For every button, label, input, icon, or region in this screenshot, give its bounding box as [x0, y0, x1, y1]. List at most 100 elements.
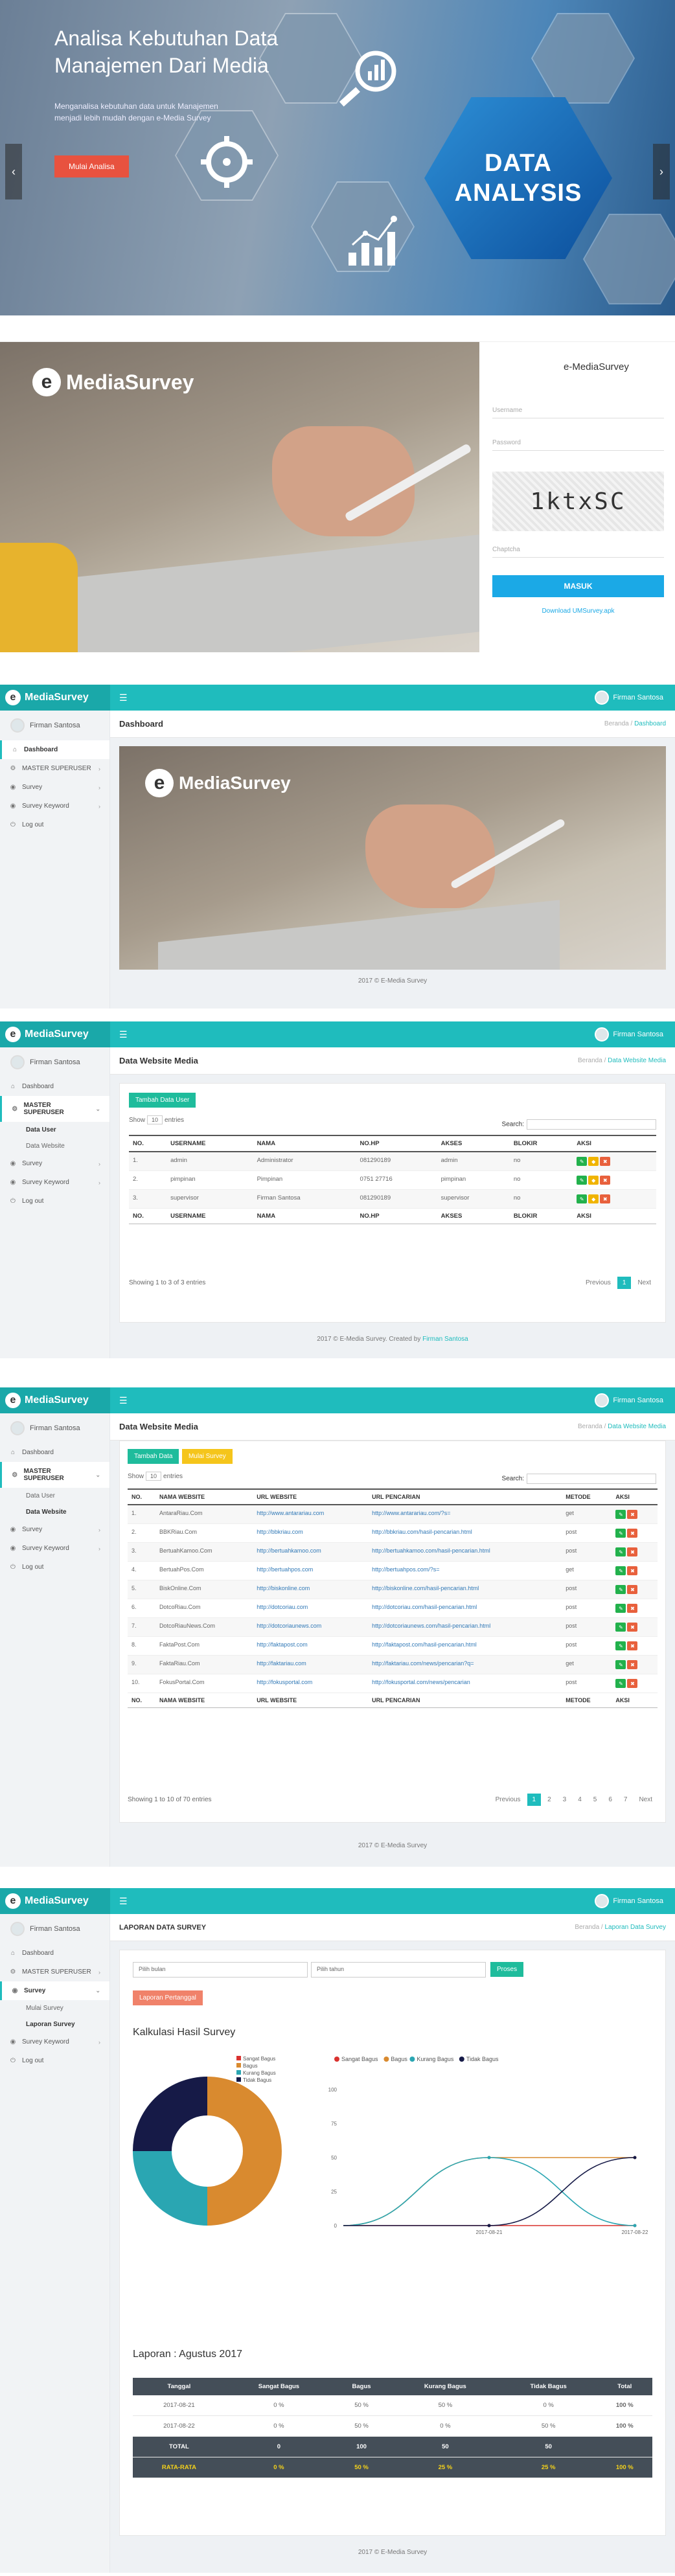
delete-icon[interactable]: ✖ [627, 1566, 638, 1575]
url-cell[interactable]: http://dotcoriau.com/hasil-pencarian.htm… [368, 1599, 562, 1618]
lock-icon[interactable]: ◆ [588, 1176, 599, 1185]
sidebar-item-survey-keyword[interactable]: ◉ Survey Keyword › [0, 2033, 109, 2051]
url-cell[interactable]: http://bbkriau.com [253, 1523, 369, 1543]
edit-icon[interactable]: ✎ [615, 1660, 626, 1669]
sidebar-item-logout[interactable]: ⏻ Log out [0, 1558, 109, 1577]
delete-icon[interactable]: ✖ [627, 1585, 638, 1594]
delete-icon[interactable]: ✖ [600, 1157, 611, 1166]
url-cell[interactable]: http://faktariau.com/news/pencarian?q= [368, 1655, 562, 1674]
col-header[interactable]: USERNAME [166, 1135, 253, 1152]
sidebar-item-survey[interactable]: ◉ Survey ⌄ [0, 1981, 109, 2000]
url-cell[interactable]: http://bbkriau.com/hasil-pencarian.html [368, 1523, 562, 1543]
url-cell[interactable]: http://faktapost.com [253, 1636, 369, 1656]
edit-icon[interactable]: ✎ [577, 1176, 588, 1185]
app-logo[interactable]: e MediaSurvey [0, 685, 110, 711]
page-link[interactable]: 7 [619, 1794, 633, 1806]
sidebar-item-logout[interactable]: ⏻ Log out [0, 815, 109, 834]
edit-icon[interactable]: ✎ [615, 1679, 626, 1688]
menu-toggle-icon[interactable]: ☰ [119, 1896, 128, 1907]
url-cell[interactable]: http://biskonline.com [253, 1580, 369, 1599]
login-button[interactable]: MASUK [492, 575, 664, 597]
col-header[interactable]: NO. [129, 1135, 167, 1152]
year-select[interactable]: Pilih tahun [311, 1962, 486, 1978]
delete-icon[interactable]: ✖ [627, 1641, 638, 1650]
edit-icon[interactable]: ✎ [615, 1585, 626, 1594]
page-link[interactable]: 1 [527, 1794, 542, 1806]
edit-icon[interactable]: ✎ [615, 1604, 626, 1613]
add-website-button[interactable]: Tambah Data [128, 1449, 179, 1464]
col-header[interactable]: BLOKIR [509, 1135, 573, 1152]
page-length-select[interactable]: 10 [146, 1472, 162, 1481]
sidebar-item-survey[interactable]: ◉ Survey › [0, 778, 109, 797]
delete-icon[interactable]: ✖ [627, 1547, 638, 1556]
breadcrumb-root[interactable]: Beranda [578, 1423, 602, 1430]
edit-icon[interactable]: ✎ [615, 1529, 626, 1538]
user-menu[interactable]: Firman Santosa [595, 1894, 663, 1908]
page-1[interactable]: 1 [617, 1277, 632, 1289]
url-cell[interactable]: http://bertuahpos.com [253, 1561, 369, 1580]
menu-toggle-icon[interactable]: ☰ [119, 1029, 128, 1040]
sidebar-item-survey[interactable]: ◉ Survey › [0, 1154, 109, 1173]
sidebar-item-master[interactable]: ⚙ MASTER SUPERUSER › [0, 1963, 109, 1981]
delete-icon[interactable]: ✖ [600, 1194, 611, 1203]
user-menu[interactable]: Firman Santosa [595, 1393, 663, 1408]
delete-icon[interactable]: ✖ [627, 1510, 638, 1519]
footer-author-link[interactable]: Firman Santosa [422, 1336, 468, 1343]
col-header[interactable]: AKSES [437, 1135, 510, 1152]
url-cell[interactable]: http://fokusportal.com/news/pencarian [368, 1674, 562, 1693]
add-user-button[interactable]: Tambah Data User [129, 1093, 196, 1108]
lock-icon[interactable]: ◆ [588, 1194, 599, 1203]
page-next[interactable]: Next [632, 1277, 656, 1289]
edit-icon[interactable]: ✎ [615, 1566, 626, 1575]
delete-icon[interactable]: ✖ [627, 1604, 638, 1613]
sidebar-item-data-website[interactable]: Data Website [0, 1504, 109, 1520]
url-cell[interactable]: http://bertuahkamoo.com [253, 1542, 369, 1562]
menu-toggle-icon[interactable]: ☰ [119, 1395, 128, 1406]
breadcrumb-root[interactable]: Beranda [604, 720, 629, 727]
page-prev[interactable]: Previous [580, 1277, 616, 1289]
start-analysis-button[interactable]: Mulai Analisa [54, 155, 129, 177]
col-header[interactable]: NAMA WEBSITE [155, 1488, 253, 1505]
sidebar-item-data-website[interactable]: Data Website [0, 1138, 109, 1154]
app-logo[interactable]: e MediaSurvey [0, 1021, 110, 1047]
url-cell[interactable]: http://dotcoriaunews.com/hasil-pencarian… [368, 1617, 562, 1637]
captcha-field[interactable]: Chaptcha [492, 546, 664, 558]
user-menu[interactable]: Firman Santosa [595, 1027, 663, 1042]
delete-icon[interactable]: ✖ [627, 1623, 638, 1632]
url-cell[interactable]: http://dotcoriaunews.com [253, 1617, 369, 1637]
sidebar-item-dashboard[interactable]: ⌂ Dashboard [0, 1944, 109, 1963]
url-cell[interactable]: http://biskonline.com/hasil-pencarian.ht… [368, 1580, 562, 1599]
page-link[interactable]: Next [634, 1794, 658, 1806]
start-survey-button[interactable]: Mulai Survey [181, 1449, 233, 1464]
chevron-left-icon[interactable]: ‹ [5, 144, 22, 199]
edit-icon[interactable]: ✎ [615, 1623, 626, 1632]
sidebar-item-master[interactable]: ⚙ MASTER SUPERUSER ⌄ [0, 1462, 109, 1488]
url-cell[interactable]: http://www.antarariau.com [253, 1505, 369, 1524]
page-link[interactable]: 3 [558, 1794, 572, 1806]
app-logo[interactable]: e MediaSurvey [0, 1387, 110, 1413]
delete-icon[interactable]: ✖ [627, 1529, 638, 1538]
sidebar-item-dashboard[interactable]: ⌂ Dashboard [0, 1443, 109, 1462]
search-input[interactable] [527, 1119, 656, 1130]
sidebar-item-master[interactable]: ⚙ MASTER SUPERUSER ⌄ [0, 1096, 109, 1122]
page-length-select[interactable]: 10 [147, 1115, 163, 1124]
edit-icon[interactable]: ✎ [577, 1157, 588, 1166]
url-cell[interactable]: http://faktariau.com [253, 1655, 369, 1674]
sidebar-item-survey[interactable]: ◉ Survey › [0, 1520, 109, 1539]
edit-icon[interactable]: ✎ [615, 1641, 626, 1650]
sidebar-item-data-user[interactable]: Data User [0, 1122, 109, 1138]
page-link[interactable]: 4 [573, 1794, 587, 1806]
process-button[interactable]: Proses [490, 1962, 524, 1977]
sidebar-item-survey-keyword[interactable]: ◉ Survey Keyword › [0, 1539, 109, 1558]
url-cell[interactable]: http://bertuahkamoo.com/hasil-pencarian.… [368, 1542, 562, 1562]
sidebar-item-logout[interactable]: ⏻ Log out [0, 1192, 109, 1211]
chevron-right-icon[interactable]: › [653, 144, 670, 199]
download-apk-link[interactable]: Download UMSurvey.apk [492, 608, 664, 615]
edit-icon[interactable]: ✎ [615, 1510, 626, 1519]
url-cell[interactable]: http://www.antarariau.com/?s= [368, 1505, 562, 1524]
breadcrumb-root[interactable]: Beranda [578, 1057, 602, 1064]
username-field[interactable]: Username [492, 407, 664, 418]
menu-toggle-icon[interactable]: ☰ [119, 692, 128, 703]
sidebar-item-logout[interactable]: ⏻ Log out [0, 2051, 109, 2070]
password-field[interactable]: Password [492, 439, 664, 451]
